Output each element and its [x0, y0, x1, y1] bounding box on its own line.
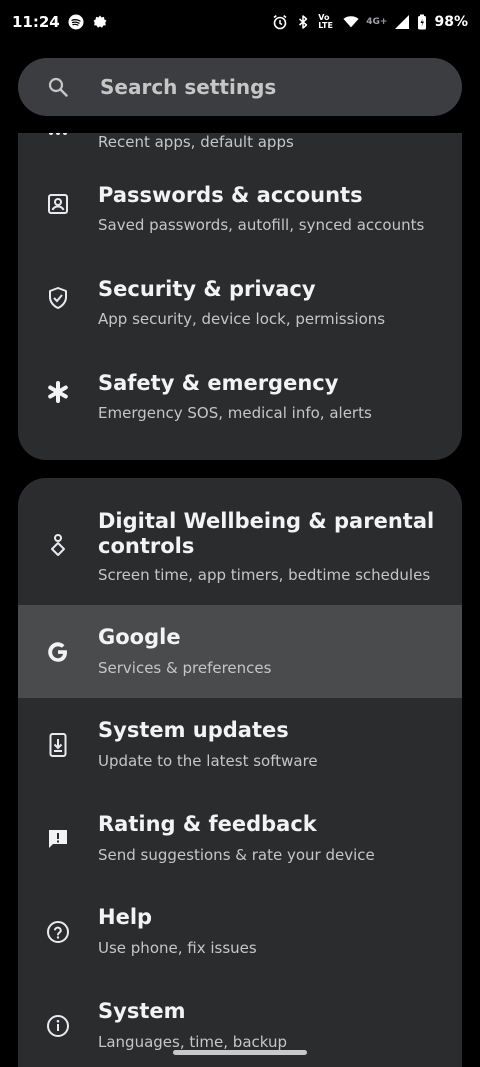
settings-list[interactable]: Recent apps, default apps Passwords & ac…	[0, 133, 480, 1067]
settings-item-digital-wellbeing[interactable]: Digital Wellbeing & parental controls Sc…	[18, 478, 462, 605]
battery-icon	[417, 14, 427, 30]
notification-bug-icon	[92, 14, 108, 30]
settings-item-subtitle: Use phone, fix issues	[98, 939, 257, 957]
settings-item-help[interactable]: Help Use phone, fix issues	[18, 885, 462, 979]
settings-item-subtitle: Recent apps, default apps	[98, 133, 294, 151]
settings-item-title: Rating & feedback	[98, 812, 317, 836]
settings-item-subtitle: Languages, time, backup	[98, 1033, 288, 1051]
wellbeing-icon	[46, 533, 70, 557]
settings-item-subtitle: Services & preferences	[98, 659, 272, 677]
asterisk-icon	[46, 380, 70, 404]
apps-icon	[46, 133, 70, 139]
settings-item-title: Safety & emergency	[98, 371, 339, 395]
settings-item-title: Digital Wellbeing & parental controls	[98, 509, 435, 558]
spotify-icon	[68, 14, 84, 30]
settings-item-title: System updates	[98, 718, 289, 742]
settings-item-apps[interactable]: Recent apps, default apps	[18, 133, 462, 157]
account-box-icon	[46, 192, 70, 216]
status-bar: 11:24 Vo LTE 4G+ 98%	[0, 0, 480, 44]
settings-card-bottom: Digital Wellbeing & parental controls Sc…	[18, 478, 462, 1067]
search-placeholder: Search settings	[100, 75, 277, 99]
settings-item-subtitle: Send suggestions & rate your device	[98, 846, 375, 864]
feedback-icon	[46, 827, 70, 851]
settings-item-title: Google	[98, 625, 181, 649]
system-update-icon	[46, 733, 70, 757]
settings-item-title: Passwords & accounts	[98, 183, 363, 207]
settings-item-subtitle: Saved passwords, autofill, synced accoun…	[98, 216, 425, 234]
settings-item-rating-feedback[interactable]: Rating & feedback Send suggestions & rat…	[18, 792, 462, 885]
settings-item-subtitle: Screen time, app timers, bedtime schedul…	[98, 566, 431, 584]
settings-item-security-privacy[interactable]: Security & privacy App security, device …	[18, 251, 462, 345]
wifi-icon	[343, 14, 359, 30]
settings-item-system-updates[interactable]: System updates Update to the latest soft…	[18, 698, 462, 792]
clock: 11:24	[12, 13, 60, 31]
settings-item-title: Security & privacy	[98, 277, 316, 301]
settings-item-title: Help	[98, 905, 153, 929]
search-icon	[48, 77, 68, 97]
settings-item-subtitle: Emergency SOS, medical info, alerts	[98, 404, 372, 422]
settings-card-top: Recent apps, default apps Passwords & ac…	[18, 133, 462, 460]
bluetooth-icon	[295, 14, 311, 30]
settings-item-subtitle: Update to the latest software	[98, 752, 318, 770]
shield-check-icon	[46, 286, 70, 310]
settings-item-safety-emergency[interactable]: Safety & emergency Emergency SOS, medica…	[18, 345, 462, 439]
settings-item-subtitle: App security, device lock, permissions	[98, 310, 386, 328]
settings-item-title: System	[98, 999, 186, 1023]
gesture-nav-handle[interactable]	[173, 1050, 307, 1055]
google-icon	[46, 640, 70, 664]
network-type: 4G+	[366, 17, 388, 27]
settings-item-google[interactable]: Google Services & preferences	[18, 605, 462, 698]
volte-indicator: Vo LTE	[318, 13, 333, 30]
alarm-icon	[272, 14, 288, 30]
info-icon	[46, 1014, 70, 1038]
help-icon	[46, 920, 70, 944]
battery-percent: 98%	[434, 14, 468, 30]
cell-signal-icon	[394, 14, 410, 30]
settings-item-passwords-accounts[interactable]: Passwords & accounts Saved passwords, au…	[18, 157, 462, 251]
search-settings-bar[interactable]: Search settings	[18, 58, 462, 116]
